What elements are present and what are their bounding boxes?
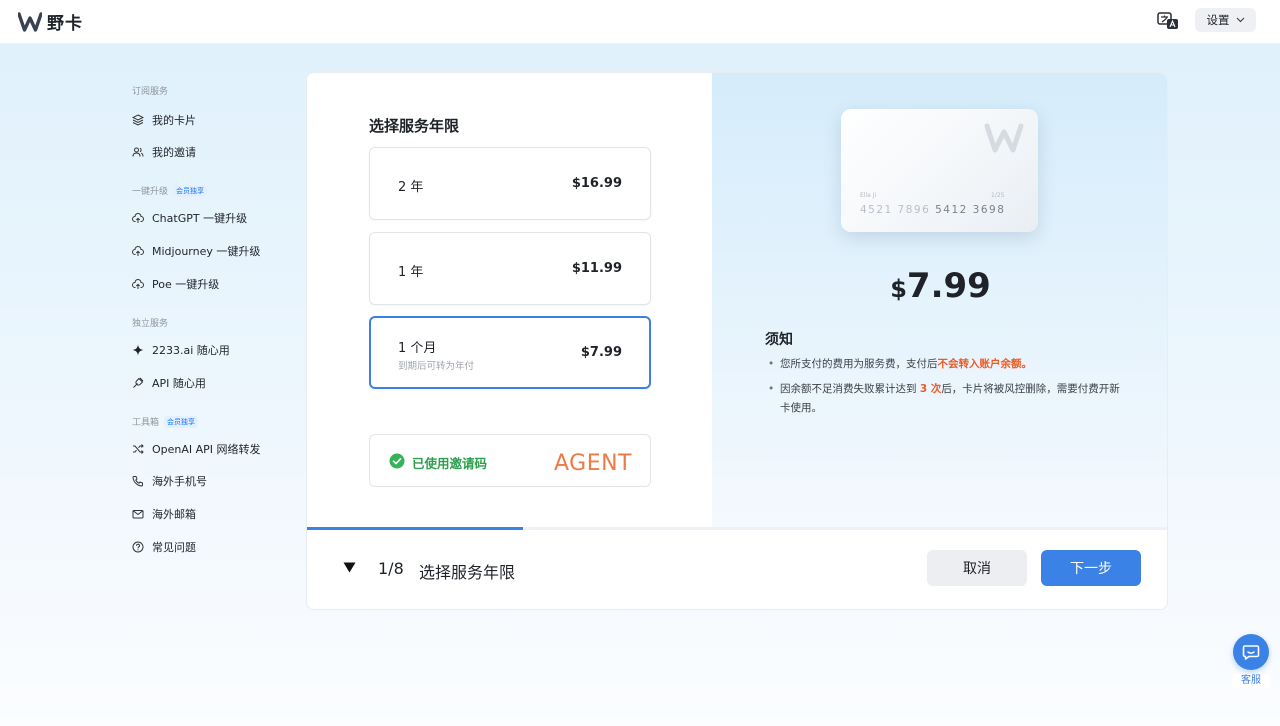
card-stack-icon [132,114,144,126]
notice-text: 您所支付的费用为服务费，支付后 [780,358,938,370]
notice-list: 您所支付的费用为服务费，支付后不会转入账户余额。 因余额不足消费失败累计达到 3… [768,355,1128,424]
plan-option-label: 2 年 [398,180,424,195]
plan-heading: 选择服务年限 [369,117,460,135]
sidebar-section-title: 一键升级 [132,187,169,197]
sidebar-item-faq[interactable]: 常见问题 [132,539,196,555]
sidebar-item-poe[interactable]: Poe 一键升级 [132,276,219,292]
help-circle-icon [132,541,144,553]
plan-option-1-year[interactable]: 1 年 $11.99 [369,232,651,305]
sidebar-item-phone[interactable]: 海外手机号 [132,473,207,489]
member-badge: 会员独享 [164,415,199,428]
cloud-upload-icon [132,213,144,223]
sidebar-item-label: ChatGPT 一键升级 [152,212,248,225]
checkout-card: 选择服务年限 2 年 $16.99 1 年 $11.99 1 个月 到期后可转为… [306,72,1168,610]
customer-service-widget[interactable]: 客服 [1232,634,1270,690]
price-amount: 7.99 [906,266,991,306]
plan-option-1-month[interactable]: 1 个月 到期后可转为年付 $7.99 [369,316,651,389]
settings-label: 设置 [1206,13,1230,27]
sidebar-item-label: 常见问题 [152,541,196,554]
plan-option-label: 1 年 [398,265,424,280]
sidebar-item-label: 海外手机号 [152,475,207,488]
notice-item: 因余额不足消费失败累计达到 3 次后，卡片将被风控删除，需要付费开新卡使用。 [768,380,1128,418]
notice-text: 因余额不足消费失败累计达到 [780,383,920,395]
sidebar-item-label: 我的卡片 [152,114,196,127]
top-header: 野卡 设置 [0,0,1280,44]
chevron-down-icon [1236,17,1244,23]
plan-option-price: $7.99 [580,345,622,360]
w-logo-icon [18,11,42,32]
sidebar-section-title: 工具箱 [132,418,160,428]
card-number-masked: 4521 7896 [860,204,936,216]
step-progress-track [307,527,1167,530]
plan-option-price: $16.99 [571,176,622,191]
sidebar-section-title: 订阅服务 [132,87,169,97]
sidebar-item-my-cards[interactable]: 我的卡片 [132,112,196,128]
notice-warning: 不会转入账户余额。 [937,358,1033,370]
notice-title: 须知 [765,332,793,348]
translate-icon[interactable] [1157,11,1179,31]
plan-option-note: 到期后可转为年付 [398,361,475,372]
w-logo-icon [984,123,1024,153]
customer-service-label: 客服 [1232,674,1270,688]
sidebar-item-label: OpenAI API 网络转发 [152,443,261,456]
sidebar-item-label: API 随心用 [152,377,206,390]
triangle-down-icon[interactable] [343,562,356,573]
notice-item: 您所支付的费用为服务费，支付后不会转入账户余额。 [768,355,1128,374]
settings-button[interactable]: 设置 [1195,8,1256,32]
sidebar-section-subscription: 订阅服务 [132,84,168,97]
sidebar-item-midjourney[interactable]: Midjourney 一键升级 [132,243,260,259]
sidebar-item-label: 2233.ai 随心用 [152,344,230,357]
cloud-upload-icon [132,279,144,289]
card-holder-name: Ella Ji [860,192,877,199]
invite-code-box[interactable]: 已使用邀请码 AGENT [369,434,651,487]
plan-selection-pane: 选择服务年限 2 年 $16.99 1 年 $11.99 1 个月 到期后可转为… [307,73,712,527]
card-expiry: 1/25 [991,192,1005,199]
step-counter: 1/8 [378,559,404,578]
plan-option-label: 1 个月 [398,341,437,356]
card-preview: Ella Ji 1/25 4521 7896 5412 3698 [841,109,1038,232]
summary-pane: Ella Ji 1/25 4521 7896 5412 3698 $7.99 须… [712,73,1167,527]
plan-option-2-years[interactable]: 2 年 $16.99 [369,147,651,220]
brand-name: 野卡 [47,14,83,34]
sparkle-icon [132,344,144,356]
check-circle-icon [389,453,405,469]
price-currency: $ [890,275,907,303]
chat-bubble-icon [1242,645,1260,660]
plug-icon [133,377,144,388]
step-progress-fill [307,527,523,530]
sidebar-section-toolbox: 工具箱 会员独享 [132,415,199,428]
card-number-visible: 5412 3698 [935,204,1006,216]
sidebar-item-label: Poe 一键升级 [152,278,220,291]
next-step-button[interactable]: 下一步 [1041,550,1141,586]
users-icon [132,147,144,157]
sidebar-section-title: 独立服务 [132,319,169,329]
sidebar-item-openai-forward[interactable]: OpenAI API 网络转发 [132,441,261,457]
brand-logo[interactable]: 野卡 [18,9,83,34]
invite-status-text: 已使用邀请码 [412,456,488,471]
notice-warning: 3 次 [919,383,942,395]
cancel-button[interactable]: 取消 [927,550,1027,586]
step-title: 选择服务年限 [419,563,516,582]
step-footer: 1/8 选择服务年限 取消 下一步 [307,527,1167,609]
sidebar-item-my-invites[interactable]: 我的邀请 [132,144,196,160]
sidebar-item-label: Midjourney 一键升级 [152,245,261,258]
mail-icon [132,510,144,519]
sidebar-item-api[interactable]: API 随心用 [132,375,206,391]
sidebar-item-mail[interactable]: 海外邮箱 [132,506,196,522]
sidebar-item-label: 海外邮箱 [152,508,196,521]
member-badge: 会员独享 [173,184,208,197]
customer-service-button[interactable] [1233,634,1269,670]
sidebar-item-chatgpt[interactable]: ChatGPT 一键升级 [132,210,247,226]
card-number: 4521 7896 5412 3698 [860,204,1005,216]
cloud-upload-icon [132,246,144,256]
sidebar-item-2233ai[interactable]: 2233.ai 随心用 [132,342,230,358]
total-price: $7.99 [712,266,1167,306]
sidebar-section-upgrade: 一键升级 会员独享 [132,184,208,197]
sidebar-section-standalone: 独立服务 [132,316,168,329]
sidebar-item-label: 我的邀请 [152,146,196,159]
shuffle-icon [133,444,144,454]
invite-code-text: AGENT [553,451,632,476]
phone-icon [132,476,143,487]
plan-option-price: $11.99 [571,261,622,276]
